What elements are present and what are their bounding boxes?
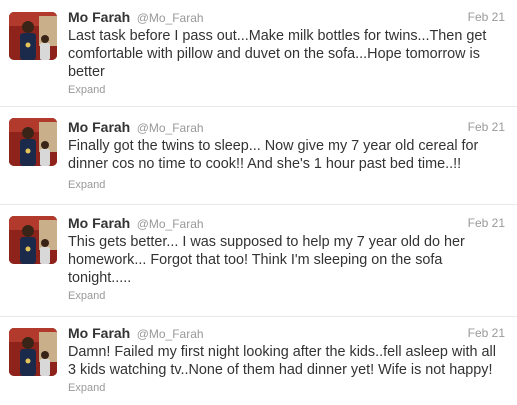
author-handle[interactable]: @Mo_Farah bbox=[137, 121, 204, 135]
tweet-item[interactable]: Mo Farah @Mo_Farah Feb 21 Damn! Failed m… bbox=[0, 316, 517, 405]
tweet-item[interactable]: Mo Farah @Mo_Farah Feb 21 Finally got th… bbox=[0, 106, 517, 205]
author-name[interactable]: Mo Farah bbox=[68, 9, 130, 25]
avatar-photo-icon bbox=[9, 216, 57, 264]
tweet-item[interactable]: Mo Farah @Mo_Farah Feb 21 This gets bett… bbox=[0, 204, 517, 317]
avatar-photo-icon bbox=[9, 328, 57, 376]
tweet-timeline: Mo Farah @Mo_Farah Feb 21 Last task befo… bbox=[0, 0, 517, 405]
tweet-header: Mo Farah @Mo_Farah Feb 21 bbox=[68, 119, 505, 137]
expand-link[interactable]: Expand bbox=[68, 290, 105, 302]
tweet-text: Last task before I pass out...Make milk … bbox=[68, 28, 487, 80]
avatar-photo-icon bbox=[9, 12, 57, 60]
expand-link[interactable]: Expand bbox=[68, 382, 105, 394]
author-handle[interactable]: @Mo_Farah bbox=[137, 217, 204, 231]
tweet-header: Mo Farah @Mo_Farah Feb 21 bbox=[68, 215, 505, 233]
tweet-timestamp[interactable]: Feb 21 bbox=[468, 10, 505, 24]
tweet-header: Mo Farah @Mo_Farah Feb 21 bbox=[68, 9, 505, 27]
tweet-text: Damn! Failed my first night looking afte… bbox=[68, 344, 496, 378]
tweet-item[interactable]: Mo Farah @Mo_Farah Feb 21 Last task befo… bbox=[0, 0, 517, 107]
expand-link[interactable]: Expand bbox=[68, 179, 105, 191]
tweet-timestamp[interactable]: Feb 21 bbox=[468, 120, 505, 134]
author-name[interactable]: Mo Farah bbox=[68, 325, 130, 341]
tweet-text: This gets better... I was supposed to he… bbox=[68, 234, 465, 286]
avatar-photo-icon bbox=[9, 118, 57, 166]
tweet-timestamp[interactable]: Feb 21 bbox=[468, 216, 505, 230]
tweet-header: Mo Farah @Mo_Farah Feb 21 bbox=[68, 325, 505, 343]
avatar[interactable] bbox=[9, 216, 57, 264]
tweet-timestamp[interactable]: Feb 21 bbox=[468, 326, 505, 340]
author-name[interactable]: Mo Farah bbox=[68, 215, 130, 231]
avatar[interactable] bbox=[9, 328, 57, 376]
tweet-text: Finally got the twins to sleep... Now gi… bbox=[68, 138, 479, 172]
author-handle[interactable]: @Mo_Farah bbox=[137, 327, 204, 341]
author-handle[interactable]: @Mo_Farah bbox=[137, 11, 204, 25]
avatar[interactable] bbox=[9, 12, 57, 60]
author-name[interactable]: Mo Farah bbox=[68, 119, 130, 135]
avatar[interactable] bbox=[9, 118, 57, 166]
expand-link[interactable]: Expand bbox=[68, 84, 105, 96]
